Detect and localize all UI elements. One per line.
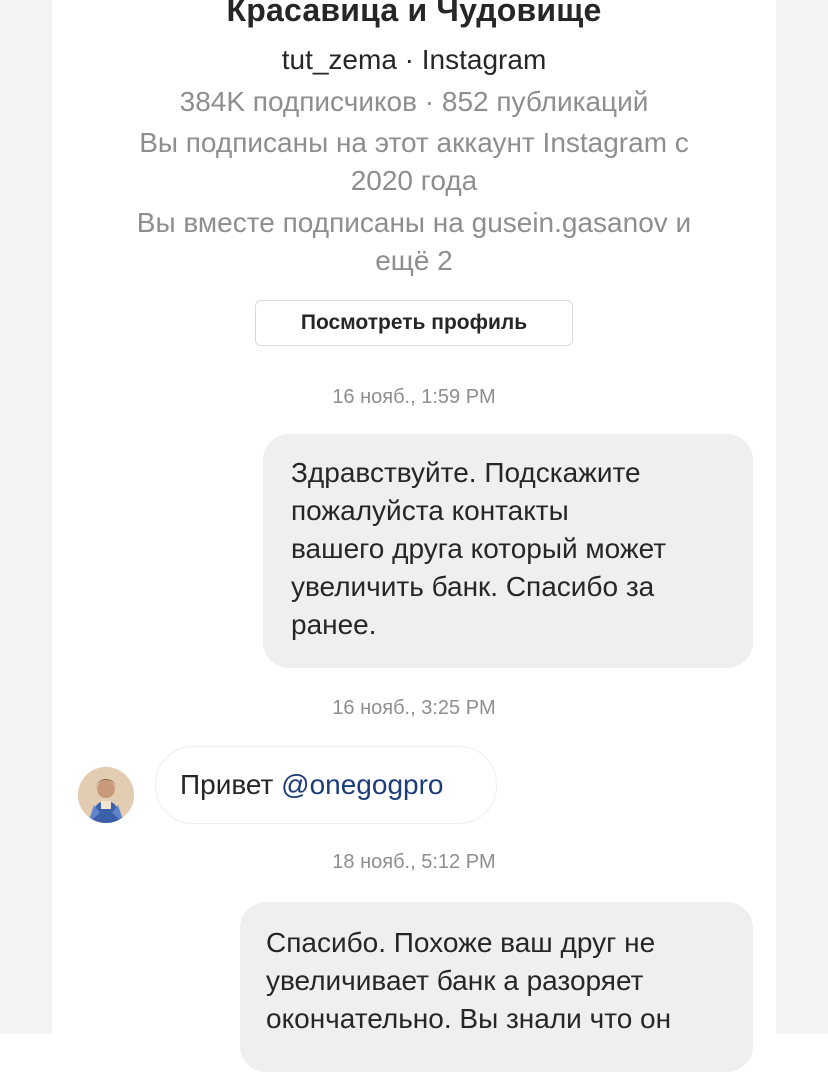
- message-timestamp: 18 нояб., 5:12 PM: [332, 851, 496, 873]
- message-line: вашего друга который может: [291, 533, 667, 564]
- follow-since-line-2: 2020 года: [350, 165, 478, 196]
- message-timestamp: 16 нояб., 3:25 PM: [332, 697, 496, 719]
- right-margin: [776, 0, 828, 1034]
- mutual-followers-line-2: ещё 2: [375, 245, 453, 276]
- mutual-followers-line-1: Вы вместе подписаны на gusein.gasanov и: [136, 207, 692, 238]
- profile-name: Красавица и Чудовище: [226, 0, 602, 28]
- message-line: увеличить банк. Спасибо за: [291, 571, 655, 602]
- message-line: Спасибо. Похоже ваш друг не: [266, 927, 656, 958]
- left-margin: [0, 0, 52, 1034]
- view-profile-button[interactable]: Посмотреть профиль: [255, 300, 573, 346]
- mention-link[interactable]: @onegogpro: [281, 766, 443, 804]
- incoming-message-bubble[interactable]: Привет @onegogpro: [155, 746, 497, 824]
- profile-stats: 384K подписчиков · 852 публикаций: [179, 86, 649, 117]
- user-avatar-icon[interactable]: [78, 767, 134, 823]
- outgoing-message-bubble[interactable]: Здравствуйте. Подскажите пожалуйста конт…: [263, 434, 753, 668]
- message-timestamp: 16 нояб., 1:59 PM: [332, 386, 496, 408]
- message-line: ранее.: [291, 609, 377, 640]
- message-line: пожалуйста контакты: [291, 495, 569, 526]
- message-line: Здравствуйте. Подскажите: [291, 457, 641, 488]
- message-line: увеличивает банк а разоряет: [266, 965, 644, 996]
- message-line: окончательно. Вы знали что он: [266, 1003, 672, 1034]
- profile-handle: tut_zema · Instagram: [281, 44, 547, 75]
- outgoing-message-bubble[interactable]: Спасибо. Похоже ваш друг не увеличивает …: [240, 902, 753, 1072]
- message-text: Привет: [180, 769, 282, 800]
- follow-since-line-1: Вы подписаны на этот аккаунт Instagram с: [139, 127, 689, 158]
